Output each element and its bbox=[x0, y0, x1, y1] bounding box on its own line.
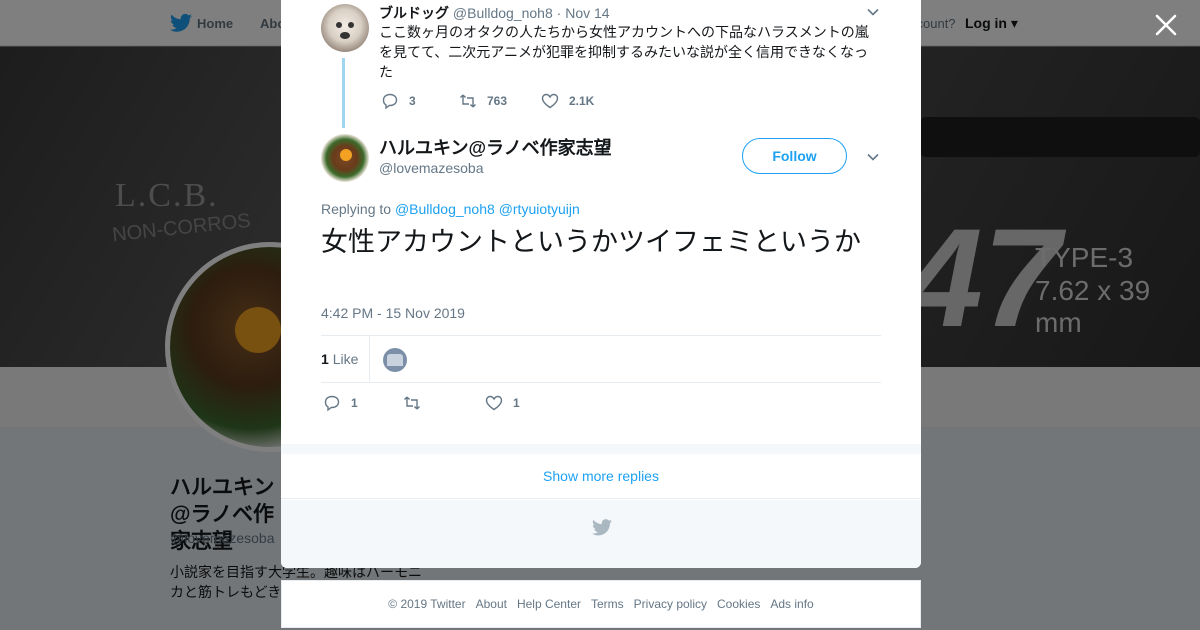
footer-link-cookies[interactable]: Cookies bbox=[717, 597, 760, 611]
avatar-eye bbox=[348, 22, 354, 28]
reply-icon bbox=[324, 395, 340, 412]
avatar-nose bbox=[340, 32, 350, 39]
reply-count: 1 bbox=[351, 396, 358, 410]
like-button[interactable]: 2.1K bbox=[541, 92, 594, 110]
main-tweet: ハルユキン@ラノベ作家志望 @lovemazesoba Follow Reply… bbox=[281, 130, 921, 444]
replying-to-link[interactable]: @Bulldog_noh8 bbox=[395, 201, 495, 217]
like-stat[interactable]: 1 Like bbox=[321, 351, 358, 367]
tweet-modal: ブルドッグ @Bulldog_noh8 · Nov 14 ここ数ヶ月のオタクの人… bbox=[281, 0, 921, 568]
retweet-icon bbox=[460, 94, 476, 108]
footer-copyright: © 2019 Twitter bbox=[388, 597, 466, 611]
retweet-icon bbox=[404, 396, 420, 410]
replying-to-link[interactable]: @rtyuiotyuijn bbox=[499, 201, 580, 217]
site-footer: © 2019 Twitter About Help Center Terms P… bbox=[281, 580, 921, 628]
reply-button[interactable]: 3 bbox=[381, 92, 459, 110]
parent-tweet-text: ここ数ヶ月のオタクの人たちから女性アカウントへの下品なハラスメントの嵐を見てて、… bbox=[379, 24, 869, 80]
footer-link-help-center[interactable]: Help Center bbox=[517, 597, 581, 611]
footer-link-privacy[interactable]: Privacy policy bbox=[634, 597, 707, 611]
retweet-button[interactable]: 763 bbox=[459, 92, 541, 110]
retweet-button[interactable] bbox=[403, 394, 485, 412]
like-stat-count: 1 bbox=[321, 351, 329, 367]
main-tweet-actions: 1 1 bbox=[323, 394, 520, 412]
like-count: 1 bbox=[513, 396, 520, 410]
section-gap bbox=[281, 444, 921, 454]
parent-tweet[interactable]: ブルドッグ @Bulldog_noh8 · Nov 14 ここ数ヶ月のオタクの人… bbox=[281, 0, 921, 130]
like-button[interactable]: 1 bbox=[485, 394, 520, 412]
main-tweet-text: 女性アカウントというかツイフェミというか bbox=[321, 227, 861, 257]
chevron-down-icon[interactable] bbox=[866, 150, 880, 164]
avatar-eye bbox=[336, 22, 342, 28]
parent-tweet-header: ブルドッグ @Bulldog_noh8 · Nov 14 bbox=[379, 3, 610, 23]
parent-tweet-actions: 3 763 2.1K bbox=[381, 92, 594, 110]
parent-tweet-name[interactable]: ブルドッグ bbox=[379, 5, 449, 21]
heart-icon bbox=[485, 395, 503, 411]
modal-footer bbox=[281, 500, 921, 568]
chevron-down-icon[interactable] bbox=[866, 5, 880, 19]
avatar-egg-yolk bbox=[340, 149, 352, 161]
footer-link-about[interactable]: About bbox=[476, 597, 507, 611]
replying-to-prefix: Replying to bbox=[321, 201, 392, 217]
tweet-timestamp[interactable]: 4:42 PM - 15 Nov 2019 bbox=[321, 305, 465, 321]
replying-to: Replying to @Bulldog_noh8 @rtyuiotyuijn bbox=[321, 201, 580, 217]
retweet-count: 763 bbox=[487, 94, 508, 108]
reply-count: 3 bbox=[409, 94, 416, 108]
close-icon[interactable] bbox=[1153, 12, 1179, 38]
footer-link-ads-info[interactable]: Ads info bbox=[770, 597, 813, 611]
main-tweet-handle[interactable]: @lovemazesoba bbox=[379, 160, 484, 176]
parent-tweet-handle[interactable]: @Bulldog_noh8 bbox=[453, 5, 553, 21]
reply-icon bbox=[382, 93, 398, 110]
liker-avatar[interactable] bbox=[383, 348, 407, 372]
stats-divider bbox=[369, 336, 370, 382]
thread-connector-line bbox=[342, 58, 345, 128]
heart-icon bbox=[541, 93, 559, 109]
main-tweet-avatar[interactable] bbox=[321, 134, 369, 182]
like-count: 2.1K bbox=[569, 94, 595, 108]
follow-button[interactable]: Follow bbox=[742, 138, 847, 174]
main-tweet-name[interactable]: ハルユキン@ラノベ作家志望 bbox=[379, 134, 612, 160]
parent-tweet-date[interactable]: Nov 14 bbox=[565, 5, 609, 21]
separator-dot: · bbox=[556, 5, 562, 21]
like-stat-label: Like bbox=[332, 351, 359, 367]
twitter-bird-icon bbox=[592, 519, 612, 536]
parent-tweet-avatar[interactable] bbox=[321, 4, 369, 52]
reply-button[interactable]: 1 bbox=[323, 394, 403, 412]
tweet-stats: 1 Like bbox=[321, 335, 881, 383]
footer-link-terms[interactable]: Terms bbox=[591, 597, 624, 611]
show-more-replies-button[interactable]: Show more replies bbox=[281, 454, 921, 499]
